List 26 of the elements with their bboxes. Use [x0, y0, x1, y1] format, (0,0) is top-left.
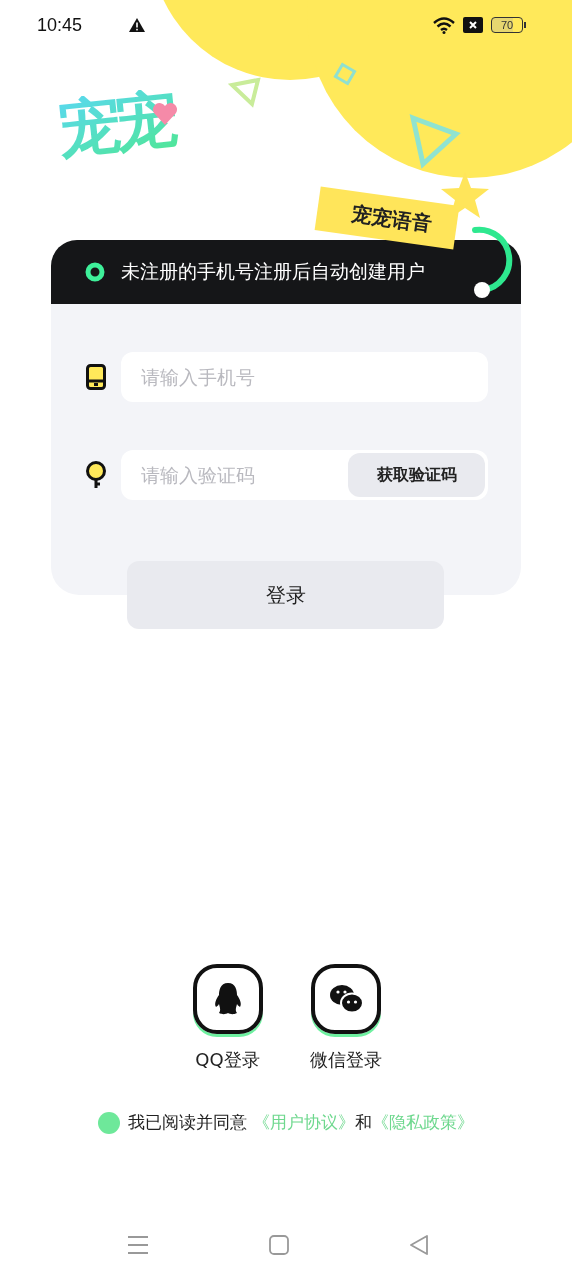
penguin-icon — [212, 982, 243, 1016]
menu-icon[interactable] — [128, 1235, 148, 1255]
clock-time: 10:45 — [37, 14, 83, 36]
notice-text: 未注册的手机号注册后自动创建用户 — [121, 259, 425, 284]
wechat-login-button[interactable] — [310, 964, 381, 1034]
login-option-label: QQ登录 — [195, 1048, 260, 1072]
wifi-icon — [433, 16, 455, 34]
agreement-text: 我已阅读并同意 《用户协议》和《隐私政策》 — [128, 1112, 474, 1134]
code-input-field[interactable]: 请输入验证码 — [121, 450, 348, 500]
home-icon[interactable] — [269, 1235, 289, 1255]
back-icon[interactable] — [409, 1235, 429, 1255]
get-code-button[interactable]: 获取验证码 — [348, 453, 485, 497]
qq-login-button[interactable] — [192, 964, 263, 1034]
phone-input-field[interactable]: 请输入手机号 — [121, 352, 488, 402]
code-input-field[interactable]: 请输入验证码 获取验证码 — [121, 450, 488, 500]
ring-icon — [85, 262, 105, 282]
login-option-label: 微信登录 — [309, 1048, 382, 1072]
warning-icon — [128, 17, 147, 33]
battery-icon: 70 — [491, 17, 526, 33]
chat-bubbles-icon — [327, 983, 364, 1015]
agree-checkbox[interactable] — [98, 1112, 121, 1134]
key-icon — [85, 461, 107, 489]
heart-icon — [152, 102, 178, 126]
login-button[interactable]: 登录 — [127, 561, 444, 629]
phone-icon — [85, 364, 107, 390]
sim-icon — [463, 17, 483, 33]
